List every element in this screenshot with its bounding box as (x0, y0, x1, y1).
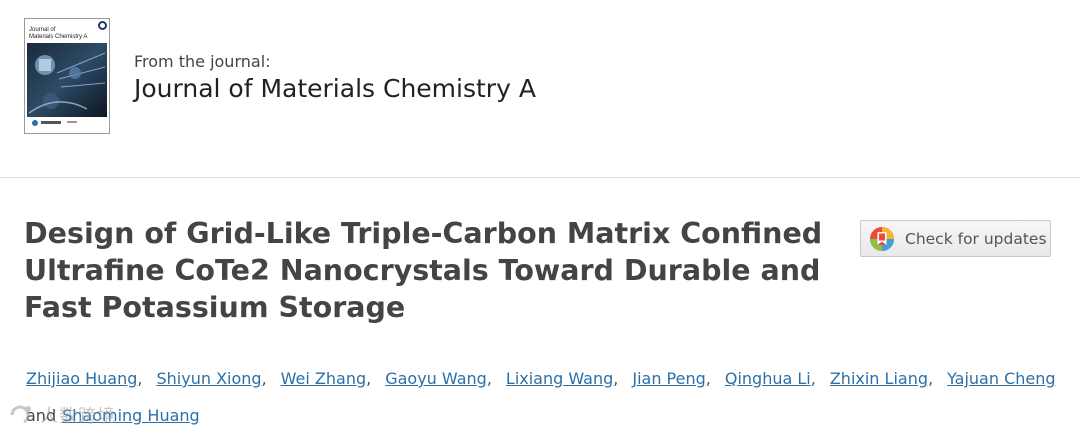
watermark: 人数跨境 (8, 400, 116, 430)
author-link[interactable]: Jian Peng (632, 369, 705, 388)
author-link[interactable]: Shiyun Xiong (156, 369, 261, 388)
cover-title: Journal of Materials Chemistry A (29, 27, 87, 41)
author-separator: , (613, 369, 619, 388)
check-for-updates-button[interactable]: Check for updates (860, 220, 1051, 257)
author-link[interactable]: Yajuan Cheng (947, 369, 1055, 388)
journal-header: Journal of Materials Chemistry A From th… (0, 0, 1080, 178)
author-separator: , (705, 369, 711, 388)
author-separator: , (137, 369, 143, 388)
author-link[interactable]: Zhijiao Huang (26, 369, 137, 388)
author-separator: , (486, 369, 492, 388)
crossmark-icon (870, 226, 894, 251)
journal-name-link[interactable]: Journal of Materials Chemistry A (134, 74, 536, 103)
author-link[interactable]: Gaoyu Wang (385, 369, 487, 388)
journal-cover-image[interactable]: Journal of Materials Chemistry A (24, 18, 110, 134)
author-link[interactable]: Lixiang Wang (506, 369, 613, 388)
author-separator: , (261, 369, 267, 388)
author-separator: , (366, 369, 372, 388)
article-title: Design of Grid-Like Triple-Carbon Matrix… (24, 217, 823, 324)
author-link[interactable]: Wei Zhang (281, 369, 366, 388)
cover-artwork (27, 43, 107, 129)
cover-title-line2: Materials Chemistry A (29, 34, 88, 40)
watermark-text: 人数跨境 (40, 406, 116, 427)
cover-settings-icon (98, 21, 107, 30)
cover-title-line1: Journal of (29, 27, 56, 33)
author-link[interactable]: Zhixin Liang (830, 369, 928, 388)
author-separator: , (810, 369, 816, 388)
section-divider (0, 177, 1080, 178)
from-journal-label: From the journal: (134, 52, 271, 71)
check-for-updates-label: Check for updates (905, 229, 1047, 248)
author-list: Zhijiao Huang, Shiyun Xiong, Wei Zhang, Gao… (26, 360, 1066, 434)
author-link[interactable]: Qinghua Li (725, 369, 811, 388)
watermark-logo-icon (10, 405, 31, 424)
author-separator: , (928, 369, 934, 388)
